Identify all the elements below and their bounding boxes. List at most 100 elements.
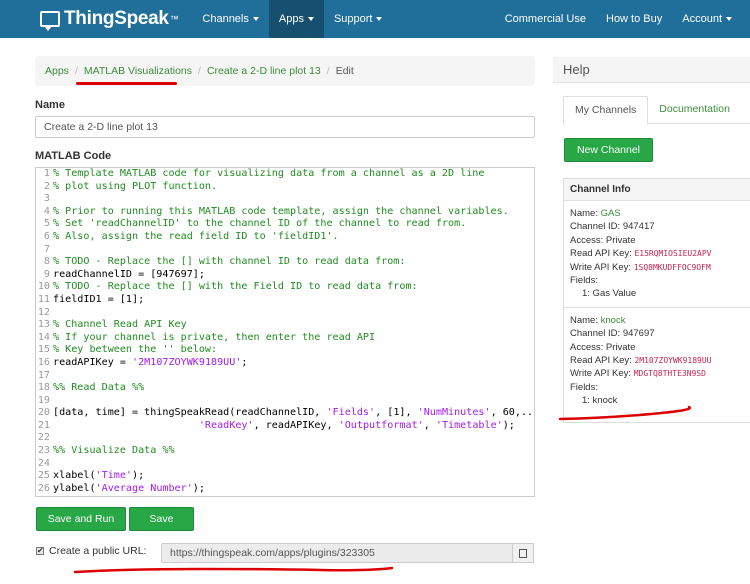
channel-id-label: Channel ID: xyxy=(570,221,621,233)
brand-name: ThingSpeak xyxy=(64,8,169,29)
code-line: 6% Also, assign the read field ID to 'fi… xyxy=(36,231,534,244)
code-line: 20 [data, time] = thingSpeakRead(readChan… xyxy=(36,407,534,420)
code-line: 25 xlabel('Time'); xyxy=(36,470,534,483)
nav-commercial-use[interactable]: Commercial Use xyxy=(495,0,596,38)
code-text: % Channel Read API Key xyxy=(53,319,187,332)
line-number: 18 xyxy=(37,382,50,394)
code-line: 26 ylabel('Average Number'); xyxy=(36,483,534,496)
code-line: 5% Set 'readChannelID' to the channel ID… xyxy=(36,218,534,231)
trademark: ™ xyxy=(169,14,179,24)
thingspeak-logo[interactable]: ThingSpeak ™ xyxy=(40,8,179,31)
save-button[interactable]: Save xyxy=(129,507,194,531)
channel-access: Private xyxy=(605,234,636,246)
channel-name-link[interactable]: GAS xyxy=(601,208,621,219)
code-token: ylabel( xyxy=(53,482,96,494)
code-line: 7 xyxy=(36,244,534,257)
channel-info-panel: Channel Info Name: GAS Channel ID: 94741… xyxy=(563,178,750,423)
code-line: 12 xyxy=(36,307,534,320)
code-text: % Key between the '' below: xyxy=(53,344,217,357)
code-editor[interactable]: 1% Template MATLAB code for visualizing … xyxy=(35,167,535,497)
line-number: 21 xyxy=(37,419,50,431)
code-text: [data, time] = thingSpeakRead(readChanne… xyxy=(53,407,534,420)
code-text: ylabel('Average Number'); xyxy=(53,483,205,496)
nav-support[interactable]: Support xyxy=(324,0,393,38)
breadcrumb-plot[interactable]: Create a 2-D line plot 13 xyxy=(207,65,321,77)
channel-access: Private xyxy=(605,341,636,353)
line-number: 8 xyxy=(43,256,50,268)
code-text: 'ReadKey', readAPIKey, 'Outputformat', '… xyxy=(53,420,515,433)
code-token: 'Time' xyxy=(95,470,133,482)
channel-info-title: Channel Info xyxy=(564,179,750,201)
code-text: % TODO - Replace the [] with channel ID … xyxy=(53,256,405,269)
code-token: % Prior to running this MATLAB code temp… xyxy=(53,205,509,217)
nav-left: Channels Apps Support xyxy=(192,0,392,38)
code-token: %% Read Data %% xyxy=(53,382,145,394)
public-url-field[interactable]: https://thingspeak.com/apps/plugins/3233… xyxy=(161,543,513,563)
read-key-label: Read API Key: xyxy=(570,248,632,260)
line-number: 7 xyxy=(43,243,50,255)
tab-documentation[interactable]: Documentation xyxy=(648,96,741,123)
line-number: 26 xyxy=(37,482,50,494)
nav-account[interactable]: Account xyxy=(672,0,742,38)
copy-url-button[interactable] xyxy=(512,543,534,563)
write-api-key: 1SQ8MKUDFFOC9OFM xyxy=(633,262,711,272)
public-url-row: ✔ Create a public URL: xyxy=(36,545,146,557)
code-line: 3 xyxy=(36,193,534,206)
line-number: 2 xyxy=(43,180,50,192)
name-label: Name: xyxy=(570,208,598,219)
code-line: 4% Prior to running this MATLAB code tem… xyxy=(36,206,534,219)
tab-my-channels[interactable]: My Channels xyxy=(563,96,649,125)
name-label: Name xyxy=(35,99,65,111)
name-input[interactable]: Create a 2-D line plot 13 xyxy=(35,116,535,138)
code-token: % Channel Read API Key xyxy=(53,319,187,331)
annotation-underline xyxy=(76,82,177,85)
code-line: 18%% Read Data %% xyxy=(36,382,534,395)
code-text: %% Visualize Data %% xyxy=(53,445,175,458)
write-key-label: Write API Key: xyxy=(570,368,632,380)
code-line: 9 readChannelID = [947697]; xyxy=(36,269,534,282)
write-key-label: Write API Key: xyxy=(570,261,632,273)
code-line: 19 xyxy=(36,395,534,408)
nav-channels[interactable]: Channels xyxy=(192,0,268,38)
line-number: 23 xyxy=(37,445,50,457)
line-number: 25 xyxy=(37,470,50,482)
code-line: 2% plot using PLOT function. xyxy=(36,181,534,194)
nav-apps[interactable]: Apps xyxy=(268,0,324,38)
nav-right: Commercial Use How to Buy Account xyxy=(495,0,742,38)
save-and-run-button[interactable]: Save and Run xyxy=(36,507,126,531)
code-token: 'Outputformat' xyxy=(338,419,424,431)
new-channel-button[interactable]: New Channel xyxy=(564,138,653,162)
public-url-checkbox[interactable]: ✔ xyxy=(36,547,44,555)
code-line: 22 xyxy=(36,432,534,445)
code-token: xlabel( xyxy=(53,470,96,482)
breadcrumb-separator: / xyxy=(198,65,201,77)
line-number: 20 xyxy=(37,407,50,419)
code-token: % Template MATLAB code for visualizing d… xyxy=(53,168,485,179)
nav-how-to-buy[interactable]: How to Buy xyxy=(596,0,672,38)
breadcrumb-apps[interactable]: Apps xyxy=(45,65,69,77)
code-line: 13% Channel Read API Key xyxy=(36,319,534,332)
code-token: 'NumMinutes' xyxy=(417,407,491,419)
line-number: 14 xyxy=(37,331,50,343)
fields-label: Fields: xyxy=(570,381,598,393)
channel-name-link[interactable]: knock xyxy=(601,315,626,326)
code-token: % TODO - Replace the [] with channel ID … xyxy=(53,256,406,268)
field-item: 1: Gas Value xyxy=(582,288,637,300)
caret-down-icon xyxy=(252,17,259,21)
code-token: ); xyxy=(502,419,515,431)
annotation-underline-url xyxy=(73,566,394,574)
channel-item: Name: GAS Channel ID: 947417 Access: Pri… xyxy=(564,201,750,307)
code-token: readChannelID = [947697]; xyxy=(53,268,205,280)
line-number: 4 xyxy=(43,205,50,217)
speech-bubble-icon xyxy=(40,11,60,31)
line-number: 6 xyxy=(43,230,50,242)
code-token: % Set 'readChannelID' to the channel ID … xyxy=(53,218,467,230)
code-text: readAPIKey = '2M107ZOYWK9189UU'; xyxy=(53,357,247,370)
breadcrumb-matlab-visualizations[interactable]: MATLAB Visualizations xyxy=(84,65,192,77)
line-number: 16 xyxy=(37,356,50,368)
code-token: , [1], xyxy=(375,407,418,419)
code-token: readAPIKey = xyxy=(53,356,133,368)
nav-account-label: Account xyxy=(682,13,722,25)
read-key-label: Read API Key: xyxy=(570,355,632,367)
code-token: fieldID1 = [1]; xyxy=(53,293,145,305)
